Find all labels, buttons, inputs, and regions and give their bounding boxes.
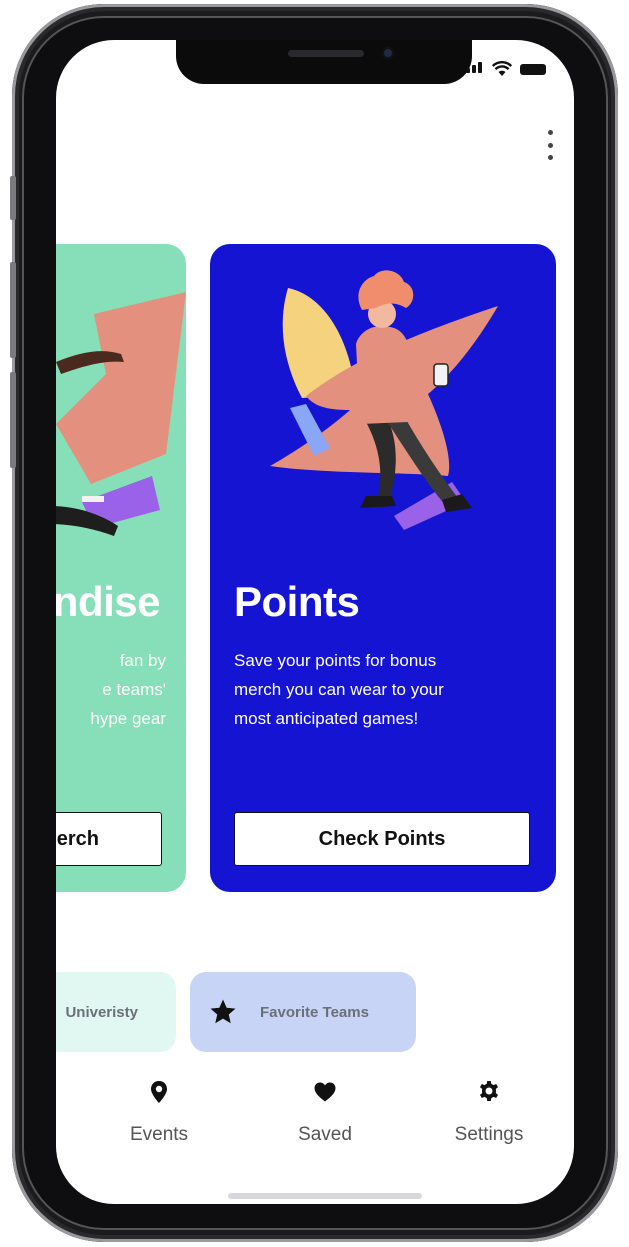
- nav-label-saved: Saved: [298, 1124, 352, 1145]
- side-button-volume-up: [10, 262, 16, 358]
- wifi-icon: [492, 61, 512, 76]
- points-desc-line-2: merch you can wear to your: [234, 680, 444, 699]
- shop-merch-button[interactable]: erch: [56, 812, 162, 866]
- nav-item-saved[interactable]: Saved: [270, 1080, 380, 1146]
- notch: [176, 40, 472, 84]
- university-chip[interactable]: Univeristy: [56, 972, 176, 1052]
- nav-label-events: Events: [129, 1124, 189, 1145]
- star-icon: [210, 999, 236, 1024]
- home-indicator[interactable]: [228, 1193, 422, 1199]
- points-card-title: Points: [234, 578, 360, 625]
- check-points-button[interactable]: Check Points: [234, 812, 530, 866]
- university-chip-label: Univeristy: [65, 1003, 138, 1021]
- points-desc-line-1: Save your points for bonus: [234, 651, 437, 670]
- heart-icon: [314, 1082, 336, 1102]
- gear-icon: [480, 1081, 498, 1101]
- more-vertical-icon[interactable]: [540, 130, 560, 160]
- bottom-navigation: Events Saved Settings: [56, 1080, 574, 1170]
- points-desc-line-3: most anticipated games!: [234, 709, 419, 728]
- side-button-volume-down: [10, 372, 16, 468]
- merch-card[interactable]: ndise fan by e teams' hype gear s erch: [56, 244, 186, 892]
- app-screen: ndise fan by e teams' hype gear s erch P…: [56, 40, 574, 1204]
- favorite-teams-chip-label: Favorite Teams: [260, 1003, 369, 1021]
- side-button-silent: [10, 176, 16, 220]
- merch-desc-line-3: hype gear: [90, 709, 166, 728]
- merch-illustration: [56, 292, 186, 536]
- points-card: Points Save your points for bonus merch …: [210, 244, 556, 892]
- merch-desc-line-1: fan by: [119, 651, 166, 670]
- cellular-signal-icon: [466, 60, 484, 78]
- points-card-description: Save your points for bonus merch you can…: [234, 646, 534, 733]
- favorite-teams-chip[interactable]: Favorite Teams: [190, 972, 416, 1052]
- status-bar-icons: [466, 60, 546, 78]
- merch-card-description: fan by e teams' hype gear: [56, 646, 166, 733]
- nav-item-settings[interactable]: Settings: [434, 1080, 544, 1146]
- merch-desc-line-2: e teams': [102, 680, 166, 699]
- battery-icon: [520, 63, 546, 75]
- nav-label-settings: Settings: [454, 1124, 524, 1145]
- merch-small-text: s: [56, 772, 162, 787]
- points-illustration: [270, 270, 498, 530]
- location-pin-icon: [151, 1081, 167, 1103]
- merch-card-title: ndise: [56, 578, 161, 625]
- speaker-grille: [288, 50, 364, 57]
- nav-item-events[interactable]: Events: [104, 1080, 214, 1146]
- front-camera: [382, 47, 394, 59]
